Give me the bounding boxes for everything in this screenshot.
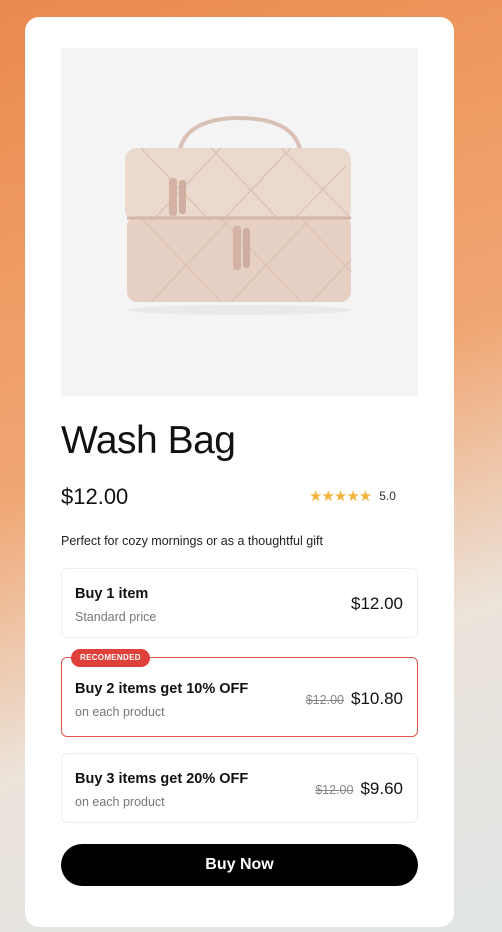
option-old-price: $12.00 <box>315 783 354 797</box>
option-price: $12.00 <box>351 594 403 613</box>
option-title: Buy 3 items get 20% OFF <box>75 771 249 787</box>
option-subtitle: on each product <box>75 795 165 809</box>
rating-value: 5.0 <box>379 489 396 503</box>
option-prices: $12.00 $9.60 <box>315 779 403 799</box>
product-tagline: Perfect for cozy mornings or as a though… <box>61 534 323 548</box>
buy-now-button[interactable]: Buy Now <box>61 844 418 886</box>
wash-bag-image <box>125 115 352 315</box>
star-rating-icon: ★★★★★ <box>309 488 372 505</box>
option-price: $9.60 <box>360 779 403 798</box>
bundle-option-1[interactable]: Buy 1 item Standard price $12.00 <box>61 568 418 638</box>
option-subtitle: on each product <box>75 705 165 719</box>
bundle-option-2[interactable]: RECOMENDED Buy 2 items get 10% OFF on ea… <box>61 649 418 737</box>
product-title: Wash Bag <box>61 419 236 462</box>
bundle-option-3[interactable]: Buy 3 items get 20% OFF on each product … <box>61 753 418 823</box>
recommended-badge: RECOMENDED <box>71 649 150 667</box>
option-prices: $12.00 $10.80 <box>306 689 403 709</box>
option-old-price: $12.00 <box>305 693 344 707</box>
option-price: $10.80 <box>351 689 403 708</box>
rating: ★★★★★ 5.0 <box>309 487 396 505</box>
option-subtitle: Standard price <box>75 610 157 624</box>
product-card: Wash Bag $12.00 ★★★★★ 5.0 Perfect for co… <box>25 17 454 927</box>
option-prices: $12.00 <box>351 594 403 614</box>
product-image <box>61 48 418 396</box>
option-title: Buy 1 item <box>75 586 149 602</box>
option-title: Buy 2 items get 10% OFF <box>75 681 249 697</box>
product-price: $12.00 <box>61 484 129 509</box>
